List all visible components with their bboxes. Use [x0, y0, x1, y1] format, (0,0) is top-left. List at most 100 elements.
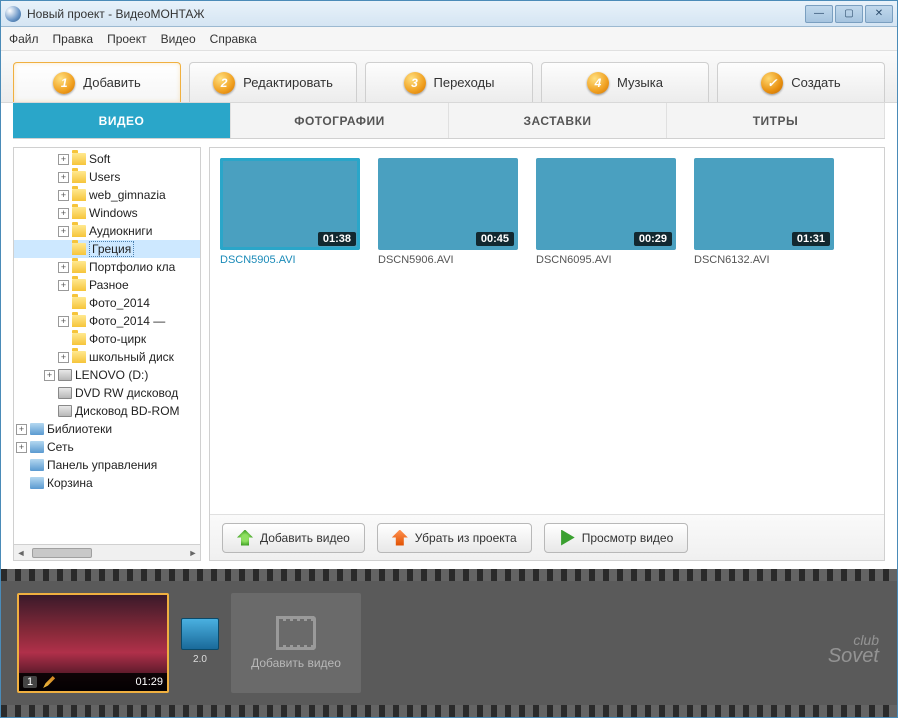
- step-tab-5[interactable]: ✓Создать: [717, 62, 885, 102]
- remove-from-project-button[interactable]: Убрать из проекта: [377, 523, 532, 553]
- step-tab-1[interactable]: 1Добавить: [13, 62, 181, 102]
- step-number-icon: 3: [404, 72, 426, 94]
- menu-file[interactable]: Файл: [9, 32, 39, 46]
- tree-label: Панель управления: [47, 458, 157, 472]
- tree-expand-icon[interactable]: +: [16, 442, 27, 453]
- remove-label: Убрать из проекта: [415, 531, 517, 545]
- menu-video[interactable]: Видео: [161, 32, 196, 46]
- tree-item[interactable]: +Аудиокниги: [14, 222, 200, 240]
- folder-icon: [72, 297, 86, 309]
- folder-icon: [72, 189, 86, 201]
- tree-item[interactable]: +Сеть: [14, 438, 200, 456]
- folder-icon: [72, 351, 86, 363]
- video-thumbnail[interactable]: 00:45DSCN5906.AVI: [378, 158, 518, 504]
- tree-item[interactable]: +Портфолио кла: [14, 258, 200, 276]
- tree-expand-icon[interactable]: +: [58, 190, 69, 201]
- folder-icon: [72, 225, 86, 237]
- add-video-button[interactable]: Добавить видео: [222, 523, 365, 553]
- tree-expand-icon[interactable]: +: [58, 226, 69, 237]
- step-label: Переходы: [434, 75, 495, 90]
- scroll-right-icon[interactable]: ►: [186, 546, 200, 560]
- tree-item[interactable]: + Разное: [14, 276, 200, 294]
- tree-item[interactable]: +LENOVO (D:): [14, 366, 200, 384]
- tree-label: Разное: [89, 278, 129, 292]
- tree-label: Фото_2014 —: [89, 314, 165, 328]
- menu-help[interactable]: Справка: [210, 32, 257, 46]
- tree-item[interactable]: Фото-цирк: [14, 330, 200, 348]
- maximize-button[interactable]: ▢: [835, 5, 863, 23]
- edit-clip-icon[interactable]: [43, 676, 55, 688]
- tree-expand-icon[interactable]: +: [58, 208, 69, 219]
- tree-label: Фото-цирк: [89, 332, 146, 346]
- tree-item[interactable]: + Фото_2014 —: [14, 312, 200, 330]
- menu-project[interactable]: Проект: [107, 32, 147, 46]
- subtab-titles[interactable]: ТИТРЫ: [667, 103, 885, 138]
- tree-item[interactable]: +Soft: [14, 150, 200, 168]
- tree-item[interactable]: +Windows: [14, 204, 200, 222]
- tree-scrollbar[interactable]: ◄ ►: [14, 544, 200, 560]
- film-icon: [276, 616, 316, 650]
- preview-video-button[interactable]: Просмотр видео: [544, 523, 689, 553]
- thumbnail-filename: DSCN5905.AVI: [220, 254, 360, 266]
- lib-icon: [30, 477, 44, 489]
- subtab-photos[interactable]: ФОТОГРАФИИ: [231, 103, 449, 138]
- add-icon: [237, 530, 253, 546]
- tree-label: Библиотеки: [47, 422, 112, 436]
- lib-icon: [30, 459, 44, 471]
- tree-item[interactable]: Корзина: [14, 474, 200, 492]
- folder-icon: [72, 153, 86, 165]
- step-number-icon: 4: [587, 72, 609, 94]
- tree-label: Users: [89, 170, 120, 184]
- subtab-splash[interactable]: ЗАСТАВКИ: [449, 103, 667, 138]
- tree-expand-icon[interactable]: +: [58, 172, 69, 183]
- thumbnail-filename: DSCN6095.AVI: [536, 254, 676, 266]
- video-thumbnail[interactable]: 01:38 DSCN5905.AVI: [220, 158, 360, 504]
- tree-item[interactable]: + Библиотеки: [14, 420, 200, 438]
- menu-edit[interactable]: Правка: [53, 32, 94, 46]
- tree-item[interactable]: + Users: [14, 168, 200, 186]
- video-thumbnail[interactable]: 01:31 DSCN6132.AVI: [694, 158, 834, 504]
- tree-expand-icon[interactable]: +: [58, 280, 69, 291]
- tree-item[interactable]: + школьный диск: [14, 348, 200, 366]
- step-tab-2[interactable]: 2Редактировать: [189, 62, 357, 102]
- tree-item[interactable]: Панель управления: [14, 456, 200, 474]
- minimize-button[interactable]: —: [805, 5, 833, 23]
- drive-icon: [58, 369, 72, 381]
- tree-label: Греция: [89, 241, 134, 257]
- tree-item[interactable]: DVD RW дисковод: [14, 384, 200, 402]
- timeline-clip[interactable]: 1 01:29: [17, 593, 169, 693]
- tree-expand-icon[interactable]: +: [58, 352, 69, 363]
- step-tab-3[interactable]: 3 Переходы: [365, 62, 533, 102]
- subtab-video[interactable]: ВИДЕО: [13, 103, 231, 138]
- close-button[interactable]: ✕: [865, 5, 893, 23]
- step-tab-4[interactable]: 4Музыка: [541, 62, 709, 102]
- remove-icon: [392, 530, 408, 546]
- step-label: Создать: [791, 75, 840, 90]
- transition-chip[interactable]: 2.0: [181, 618, 219, 668]
- scroll-left-icon[interactable]: ◄: [14, 546, 28, 560]
- folder-tree: +Soft+Users+web_gimnazia+Windows+Аудиокн…: [13, 147, 201, 561]
- video-thumbnails: 01:38 DSCN5905.AVI 00:45DSCN5906.AVI00:29D…: [210, 148, 884, 514]
- tree-expand-icon[interactable]: +: [58, 154, 69, 165]
- tree-expand-icon[interactable]: +: [44, 370, 55, 381]
- step-label: Редактировать: [243, 75, 333, 90]
- folder-icon: [72, 207, 86, 219]
- tree-expand-icon[interactable]: +: [16, 424, 27, 435]
- video-thumbnail[interactable]: 00:29DSCN6095.AVI: [536, 158, 676, 504]
- lib-icon: [30, 441, 44, 453]
- tree-item[interactable]: Фото_2014: [14, 294, 200, 312]
- thumbnail-image: 01:31: [694, 158, 834, 250]
- tree-expand-icon[interactable]: +: [58, 316, 69, 327]
- tree-item[interactable]: +web_gimnazia: [14, 186, 200, 204]
- thumbnail-image: 01:38: [220, 158, 360, 250]
- tree-item[interactable]: Греция: [14, 240, 200, 258]
- thumbnail-filename: DSCN6132.AVI: [694, 254, 834, 266]
- timeline-add-slot[interactable]: Добавить видео: [231, 593, 361, 693]
- subtabs: ВИДЕО ФОТОГРАФИИ ЗАСТАВКИ ТИТРЫ: [13, 103, 885, 139]
- tree-expand-icon[interactable]: +: [58, 262, 69, 273]
- scroll-thumb[interactable]: [32, 548, 92, 558]
- folder-icon: [72, 279, 86, 291]
- tree-label: школьный диск: [89, 350, 174, 364]
- folder-icon: [72, 333, 86, 345]
- tree-item[interactable]: Дисковод BD-ROM: [14, 402, 200, 420]
